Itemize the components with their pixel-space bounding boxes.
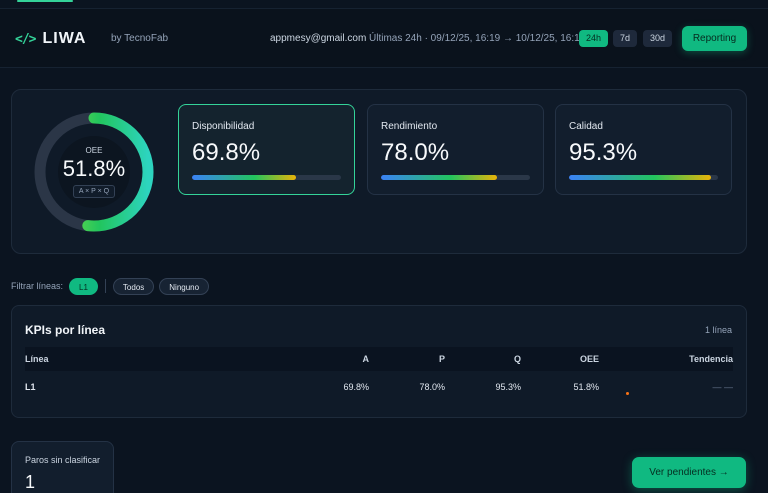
trend-marker	[626, 392, 629, 395]
range-7d-button[interactable]: 7d	[613, 30, 638, 47]
byline: by TecnoFab	[111, 33, 169, 44]
unclassified-value: 1	[25, 472, 36, 492]
column-header-q[interactable]: Q	[514, 354, 521, 364]
table-title: KPIs por línea	[25, 323, 106, 337]
column-header-line[interactable]: Línea	[25, 354, 49, 364]
logo[interactable]: </> LIWA	[15, 30, 86, 48]
kpi-title: Rendimiento	[381, 121, 438, 132]
filter-chip-l1[interactable]: L1	[69, 277, 98, 295]
unclassified-stops-card[interactable]: Paros sin clasificar 1	[11, 441, 114, 493]
column-header-trend[interactable]: Tendencia	[689, 354, 733, 364]
cell-p: 78.0%	[419, 382, 445, 392]
kpi-value: 95.3%	[569, 139, 638, 166]
kpi-title: Disponibilidad	[192, 121, 255, 132]
table-row[interactable]: L1 69.8% 78.0% 95.3% 51.8% — —	[25, 375, 733, 399]
time-range-text: Últimas 24h · 09/12/25, 16:19 → 10/12/25…	[369, 33, 586, 44]
cell-a: 69.8%	[343, 382, 369, 392]
code-icon: </>	[15, 31, 37, 47]
kpi-progress-fill	[381, 175, 498, 180]
kpi-card-rendimiento[interactable]: Rendimiento 78.0%	[367, 104, 544, 195]
column-header-oee[interactable]: OEE	[580, 354, 599, 364]
kpi-card-disponibilidad[interactable]: Disponibilidad 69.8%	[178, 104, 355, 195]
filter-none-button[interactable]: Ninguno	[159, 277, 210, 295]
cell-line: L1	[25, 382, 36, 392]
kpis-by-line-panel: KPIs por línea 1 línea Línea A P Q OEE T…	[11, 305, 747, 418]
column-header-a[interactable]: A	[363, 354, 370, 364]
cell-q: 95.3%	[495, 382, 521, 392]
user-email: appmesy@gmail.com	[270, 33, 367, 44]
reporting-button[interactable]: Reporting	[682, 26, 747, 51]
kpi-progress-fill	[192, 175, 296, 180]
kpi-progress-bar	[381, 175, 530, 180]
oee-value: 51.8%	[62, 156, 126, 181]
oee-formula: A × P × Q	[72, 185, 116, 198]
oee-gauge: OEE 51.8% A × P × Q	[32, 110, 156, 234]
oee-label: OEE	[85, 146, 103, 155]
logo-text: LIWA	[42, 30, 87, 47]
table-header: Línea A P Q OEE Tendencia	[25, 347, 733, 371]
filter-all-button[interactable]: Todos	[112, 277, 155, 295]
kpi-progress-bar	[192, 175, 341, 180]
kpi-progress-fill	[569, 175, 711, 180]
filter-label: Filtrar líneas:	[11, 281, 64, 291]
filter-divider	[104, 279, 106, 293]
column-header-p[interactable]: P	[439, 354, 445, 364]
line-filter: Filtrar líneas: L1 Todos Ninguno	[11, 276, 210, 296]
active-tab-indicator	[17, 0, 73, 2]
kpi-title: Calidad	[569, 121, 603, 132]
cell-trend: — —	[712, 382, 733, 392]
kpi-card-calidad[interactable]: Calidad 95.3%	[555, 104, 732, 195]
top-bar: </> LIWA by TecnoFab appmesy@gmail.com Ú…	[0, 8, 768, 68]
oee-gauge-center: OEE 51.8% A × P × Q	[58, 136, 130, 208]
cell-oee: 51.8%	[573, 382, 599, 392]
table-count: 1 línea	[704, 325, 732, 335]
kpi-value: 69.8%	[192, 139, 261, 166]
view-pending-button[interactable]: Ver pendientes →	[632, 457, 746, 488]
range-30d-button[interactable]: 30d	[643, 30, 673, 47]
unclassified-label: Paros sin clasificar	[25, 455, 101, 465]
range-24h-button[interactable]: 24h	[579, 30, 609, 47]
kpi-value: 78.0%	[381, 139, 450, 166]
kpi-summary-panel: OEE 51.8% A × P × Q Disponibilidad 69.8%…	[11, 89, 747, 254]
kpi-progress-bar	[569, 175, 718, 180]
